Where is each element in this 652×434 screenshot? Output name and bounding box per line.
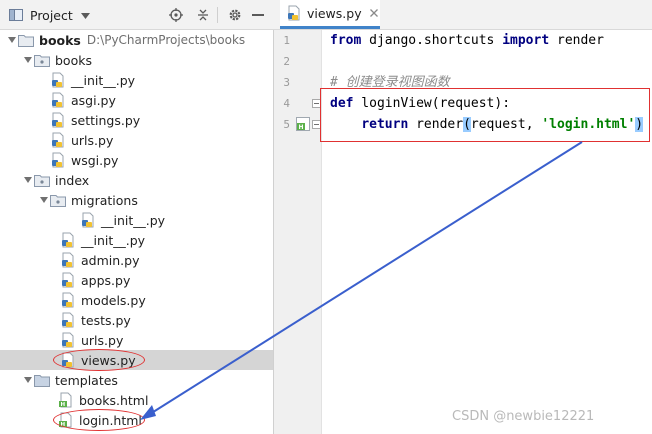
annotation-arrow-layer: [140, 141, 583, 420]
annotation-arrow: [149, 141, 583, 415]
arrow-head-icon: [140, 405, 156, 420]
watermark: CSDN @newbie12221: [452, 409, 595, 424]
